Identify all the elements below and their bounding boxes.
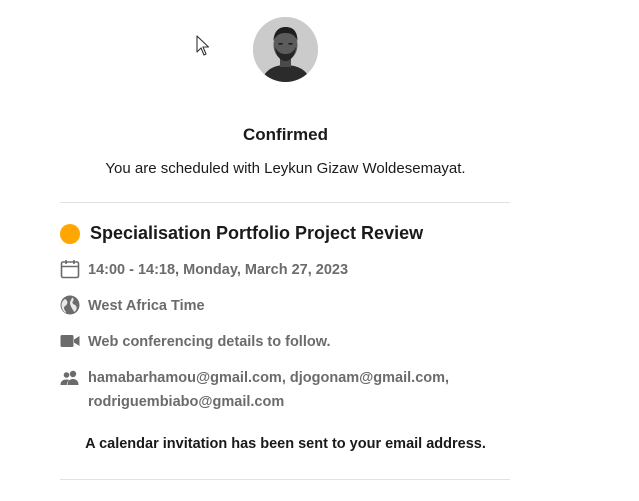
mouse-pointer-icon — [196, 35, 210, 56]
people-icon — [60, 370, 79, 385]
calendar-invitation-note: A calendar invitation has been sent to y… — [85, 436, 486, 452]
event-timezone: West Africa Time — [88, 298, 205, 314]
calendar-icon — [60, 260, 80, 279]
event-datetime: 14:00 - 14:18, Monday, March 27, 2023 — [88, 262, 349, 278]
event-title: Specialisation Portfolio Project Review — [90, 223, 424, 243]
event-location: Web conferencing details to follow. — [88, 334, 331, 350]
bottom-divider — [60, 479, 510, 480]
event-invitees-line-1: hamabarhamou@gmail.com, djogonam@gmail.c… — [88, 370, 450, 386]
avatar — [253, 17, 318, 82]
globe-icon — [60, 295, 80, 315]
confirmation-title: Confirmed — [243, 125, 328, 144]
event-invitees-line-2: rodriguembiabo@gmail.com — [88, 394, 285, 410]
scheduled-with-message: You are scheduled with Leykun Gizaw Wold… — [105, 160, 466, 177]
event-color-dot — [60, 224, 80, 244]
video-camera-icon — [60, 335, 80, 347]
top-divider — [60, 202, 510, 203]
confirmation-page: Confirmed You are scheduled with Leykun … — [0, 0, 639, 501]
host-photo — [253, 17, 318, 82]
